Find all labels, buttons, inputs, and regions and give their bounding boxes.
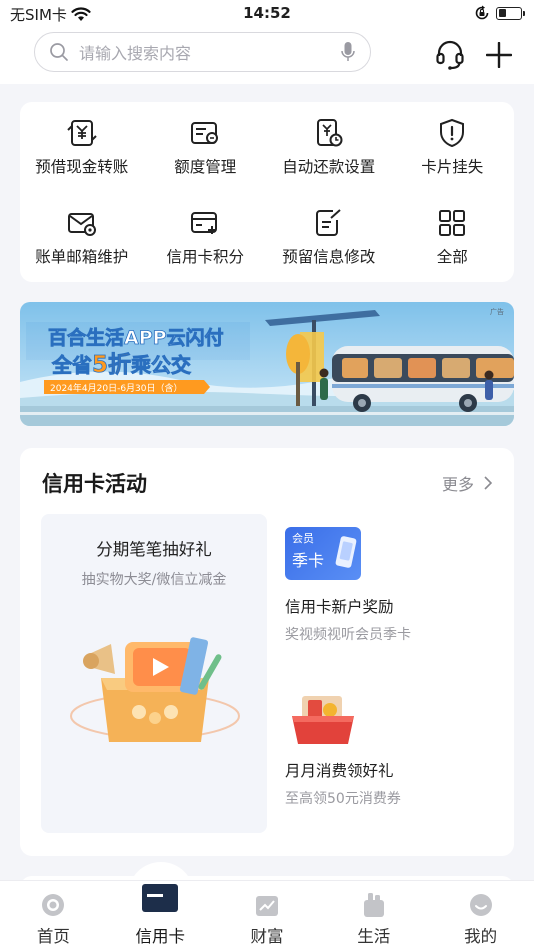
cash-transfer-icon <box>67 119 97 146</box>
svg-text:全省5折乘公交: 全省5折乘公交 <box>51 352 191 378</box>
tab-label: 生活 <box>357 927 391 946</box>
shield-alert-icon <box>440 118 465 147</box>
wealth-chart-icon <box>255 896 278 916</box>
banner-line1: 百合生活APP云闪付 <box>48 326 224 349</box>
search-placeholder[interactable]: 请输入搜索内容 <box>79 40 340 64</box>
activities-title: 信用卡活动 <box>42 472 147 496</box>
status-bar: 无SIM卡 14:52 <box>0 0 534 28</box>
ad-tag: 广告 <box>490 307 504 316</box>
quick-action-cash-transfer[interactable]: 预借现金转账 <box>20 102 144 192</box>
top-header: 请输入搜索内容 <box>0 28 534 84</box>
quick-action-card-points[interactable]: 信用卡积分 <box>144 192 268 282</box>
tab-profile[interactable]: 我的 <box>427 881 534 950</box>
bus-banner-image: 广告 百合生活APP云闪付 全省5折乘公交 2024年4月20日-6月30日（含… <box>20 302 514 426</box>
quick-action-reserved-info[interactable]: 预留信息修改 <box>267 192 391 282</box>
grid-icon <box>439 209 466 236</box>
phone-card-icon <box>335 536 357 568</box>
quick-action-credit-limit[interactable]: 额度管理 <box>144 102 268 192</box>
badge-top-label: 会员 <box>292 532 314 545</box>
profile-icon <box>469 894 492 916</box>
credit-card-icon <box>142 884 179 912</box>
tab-label: 信用卡 <box>135 927 185 946</box>
more-label[interactable]: 更多 <box>442 471 474 495</box>
tab-home[interactable]: 首页 <box>0 881 107 950</box>
tab-life[interactable]: 生活 <box>320 881 427 950</box>
quick-action-label: 账单邮箱维护 <box>35 247 129 266</box>
featured-promo[interactable]: 分期笔笔抽好礼 抽实物大奖/微信立减金 <box>41 514 267 833</box>
tab-label: 我的 <box>464 927 498 946</box>
headset-icon[interactable] <box>436 40 464 70</box>
promo-item-subtitle: 奖视频视听会员季卡 <box>285 627 411 643</box>
promo-item-subtitle: 至高领50元消费券 <box>285 791 401 807</box>
banner-line2-post: 乘公交 <box>130 353 191 377</box>
plus-icon[interactable] <box>486 42 512 68</box>
quick-action-label: 信用卡积分 <box>166 247 244 266</box>
quick-action-card-loss[interactable]: 卡片挂失 <box>391 102 515 192</box>
promo-item-title: 月月消费领好礼 <box>285 762 394 780</box>
life-bag-icon <box>363 893 384 917</box>
chevron-right-icon <box>484 476 492 490</box>
tab-label: 财富 <box>250 927 284 946</box>
edit-doc-icon <box>315 208 341 236</box>
quick-action-label: 预留信息修改 <box>282 247 376 266</box>
mail-settings-icon <box>67 212 96 236</box>
quick-action-label: 全部 <box>436 247 468 266</box>
quick-action-label: 卡片挂失 <box>421 157 484 176</box>
quick-action-all[interactable]: 全部 <box>391 192 515 282</box>
credit-limit-icon <box>191 121 219 144</box>
quick-action-auto-repay[interactable]: 自动还款设置 <box>267 102 391 192</box>
card-points-icon <box>191 211 218 234</box>
quick-action-bill-email[interactable]: 账单邮箱维护 <box>20 192 144 282</box>
banner-date-range: 2024年4月20日-6月30日（含） <box>50 382 183 394</box>
bottom-tab-bar: 首页 信用卡 财富 生活 我的 <box>0 880 534 950</box>
banner-line2-highlight: 5折 <box>92 352 131 378</box>
quick-action-label: 预借现金转账 <box>35 157 129 176</box>
quick-action-label: 自动还款设置 <box>282 157 376 176</box>
search-bar[interactable]: 请输入搜索内容 <box>34 32 371 72</box>
search-icon <box>50 43 68 61</box>
quick-action-label: 额度管理 <box>174 157 237 176</box>
banner-line2-pre: 全省 <box>51 353 92 377</box>
badge-main-label: 季卡 <box>292 551 325 570</box>
gift-box-illustration <box>70 637 240 742</box>
home-icon <box>42 894 65 916</box>
gift-basket-icon <box>292 696 354 744</box>
promo-banner[interactable]: 广告 百合生活APP云闪付 全省5折乘公交 2024年4月20日-6月30日（含… <box>20 302 514 426</box>
featured-promo-title: 分期笔笔抽好礼 <box>96 540 212 559</box>
tab-credit-card[interactable]: 信用卡 <box>107 881 214 950</box>
promo-item-title: 信用卡新户奖励 <box>285 598 394 616</box>
microphone-icon[interactable] <box>340 41 356 63</box>
credit-card-activities: 信用卡活动 更多 分期笔笔抽好礼 抽实物大奖/微信立减金 会员 季卡 信用卡新户… <box>20 448 514 856</box>
tab-wealth[interactable]: 财富 <box>214 881 321 950</box>
more-link[interactable]: 更多 <box>442 471 492 495</box>
orientation-lock-icon <box>475 5 489 20</box>
featured-promo-subtitle: 抽实物大奖/微信立减金 <box>81 572 227 588</box>
quick-actions-card: 预借现金转账 额度管理 自动还款设置 卡片挂失 账单邮箱维护 信用卡积分 预留信… <box>20 102 514 282</box>
auto-repay-icon <box>316 118 343 146</box>
clock: 14:52 <box>243 4 291 22</box>
vip-season-card-badge: 会员 季卡 <box>285 527 361 580</box>
tab-label: 首页 <box>36 927 70 946</box>
battery-icon <box>496 6 525 20</box>
